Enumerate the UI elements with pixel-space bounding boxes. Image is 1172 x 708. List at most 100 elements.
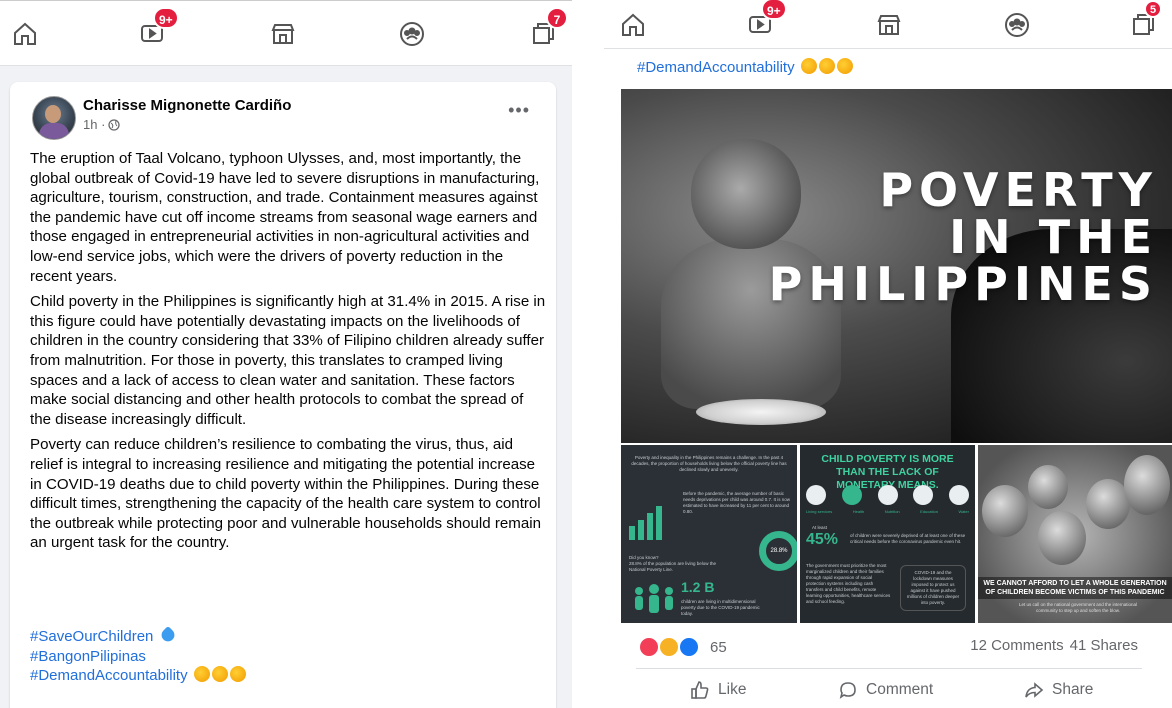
nutrition-icon: [877, 485, 898, 505]
big-number-caption: children are living in multidimensional …: [681, 599, 760, 616]
image-title: POVERTY IN THE PHILIPPINES: [769, 167, 1158, 308]
infographic-intro: Poverty and inequality in the Philippine…: [631, 455, 787, 472]
sad-reaction-icon: [658, 636, 680, 658]
rice-plate: [696, 399, 826, 425]
hashtag-link[interactable]: #BangonPilipinas: [30, 648, 146, 665]
share-button[interactable]: Share: [1024, 680, 1093, 700]
post-paragraph: Child poverty in the Philippines is sign…: [30, 293, 546, 428]
watch-icon[interactable]: 9+: [135, 7, 179, 51]
comment-button[interactable]: Comment: [838, 680, 933, 700]
infographic-note: Before the pandemic, the average number …: [683, 491, 791, 514]
child-face: [1038, 511, 1086, 565]
top-navigation-bar: 9+ 7: [0, 0, 572, 66]
fist-emoji: [193, 666, 210, 682]
reactions-summary[interactable]: 65: [638, 636, 727, 658]
hashtag-link[interactable]: #SaveOurChildren: [30, 628, 153, 645]
groups-icon[interactable]: [395, 17, 429, 51]
post-text: The eruption of Taal Volcano, typhoon Ul…: [30, 149, 546, 559]
water-icon: [949, 485, 969, 505]
right-panel: 9+ 5 #DemandAccountability POVERTY IN TH…: [604, 0, 1172, 708]
donut-label: 28.8%: [770, 548, 788, 554]
thumbs-up-icon: [691, 681, 709, 699]
need-label: Living services: [806, 509, 833, 514]
comments-count-link[interactable]: 12 Comments: [970, 637, 1063, 654]
fist-emoji: [229, 666, 246, 682]
groups-icon[interactable]: [1000, 8, 1034, 42]
pages-badge: 5: [1144, 0, 1163, 18]
child-face: [1028, 465, 1068, 509]
main-post-image[interactable]: POVERTY IN THE PHILIPPINES: [621, 89, 1172, 443]
reaction-count: 65: [710, 638, 727, 656]
infographic-quote: COVID-19 and the lockdown measures impos…: [900, 565, 966, 611]
divider: [636, 668, 1142, 669]
house-icon: [806, 485, 826, 505]
hashtag-link[interactable]: #DemandAccountability: [637, 59, 795, 76]
fist-emoji: [836, 58, 853, 74]
percent-figure: 45%: [806, 531, 839, 548]
post-stats: 12 Comments 41 Shares: [970, 637, 1138, 654]
post-paragraph: Poverty can reduce children’s resilience…: [30, 436, 542, 552]
people-icon: [629, 579, 679, 615]
post-meta: 1h ·: [83, 117, 121, 132]
bar-chart-icon: [629, 500, 669, 540]
globe-icon: [108, 118, 121, 131]
marketplace-icon[interactable]: [872, 8, 906, 42]
pages-icon[interactable]: 5: [1126, 0, 1163, 42]
share-icon: [1025, 682, 1044, 698]
child-face: [1124, 455, 1170, 515]
home-icon[interactable]: [616, 8, 650, 42]
image-title-line: PHILIPPINES: [768, 257, 1158, 311]
shares-count-link[interactable]: 41 Shares: [1070, 637, 1138, 654]
donut-chart: 28.8%: [759, 531, 797, 571]
photo-caption: WE CANNOT AFFORD TO LET A WHOLE GENERATI…: [978, 577, 1172, 599]
love-reaction-icon: [638, 636, 660, 658]
left-panel: 9+ 7 Charisse Mignonette Cardiño 1h · ••…: [0, 0, 572, 708]
hashtag-list: #SaveOurChildren #BangonPilipinas #Deman…: [30, 625, 246, 686]
post-card: Charisse Mignonette Cardiño 1h · ••• The…: [10, 82, 556, 708]
infographic-thumbnail-2[interactable]: CHILD POVERTY IS MORE THAN THE LACK OF M…: [800, 445, 975, 623]
share-label: Share: [1052, 681, 1094, 698]
like-label: Like: [718, 681, 747, 698]
like-reaction-icon: [678, 636, 700, 658]
health-icon: [841, 485, 862, 505]
hashtag-link[interactable]: #DemandAccountability: [30, 667, 188, 684]
fist-emoji: [211, 666, 228, 682]
watch-badge: 9+: [153, 7, 179, 29]
watch-icon[interactable]: 9+: [743, 0, 787, 42]
comment-icon: [839, 682, 856, 699]
post-time[interactable]: 1h ·: [83, 117, 105, 132]
need-label: Education: [920, 509, 938, 514]
need-label: Health: [852, 509, 865, 514]
photo-subcaption: Let us call on the national government a…: [1018, 602, 1138, 613]
post-author[interactable]: Charisse Mignonette Cardiño: [83, 97, 291, 114]
needs-icons-row: [806, 485, 969, 505]
photo-thumbnail-3[interactable]: WE CANNOT AFFORD TO LET A WHOLE GENERATI…: [978, 445, 1172, 623]
like-button[interactable]: Like: [690, 680, 746, 700]
infographic-thumbnail-1[interactable]: Poverty and inequality in the Philippine…: [621, 445, 797, 623]
watch-badge: 9+: [761, 0, 787, 20]
avatar[interactable]: [32, 96, 76, 140]
image-title-line: IN THE: [949, 210, 1158, 264]
blue-heart-emoji: [158, 625, 177, 645]
comment-label: Comment: [866, 681, 934, 698]
top-navigation-bar: 9+ 5: [604, 0, 1172, 49]
post-paragraph: The eruption of Taal Volcano, typhoon Ul…: [30, 150, 540, 285]
fist-emoji: [818, 58, 835, 74]
pages-icon[interactable]: 7: [526, 7, 568, 51]
marketplace-icon[interactable]: [266, 17, 300, 51]
child-face: [982, 485, 1028, 537]
needs-labels: Living services Health Nutrition Educati…: [806, 509, 969, 515]
pages-badge: 7: [546, 7, 568, 29]
need-label: Nutrition: [884, 509, 900, 514]
hashtag-row: #DemandAccountability: [637, 58, 853, 76]
fist-emoji: [800, 58, 817, 74]
infographic-body: The government must prioritize the most …: [806, 563, 891, 604]
need-label: Water: [958, 509, 969, 514]
more-options-icon[interactable]: •••: [508, 100, 530, 121]
education-icon: [913, 485, 934, 505]
home-icon[interactable]: [8, 17, 42, 51]
image-title-line: POVERTY: [879, 163, 1158, 217]
image-thumbnails: Poverty and inequality in the Philippine…: [621, 445, 1172, 623]
big-number: 1.2 B: [681, 579, 715, 595]
did-you-know-text: Did you know? 28.8% of the population ar…: [629, 555, 717, 572]
